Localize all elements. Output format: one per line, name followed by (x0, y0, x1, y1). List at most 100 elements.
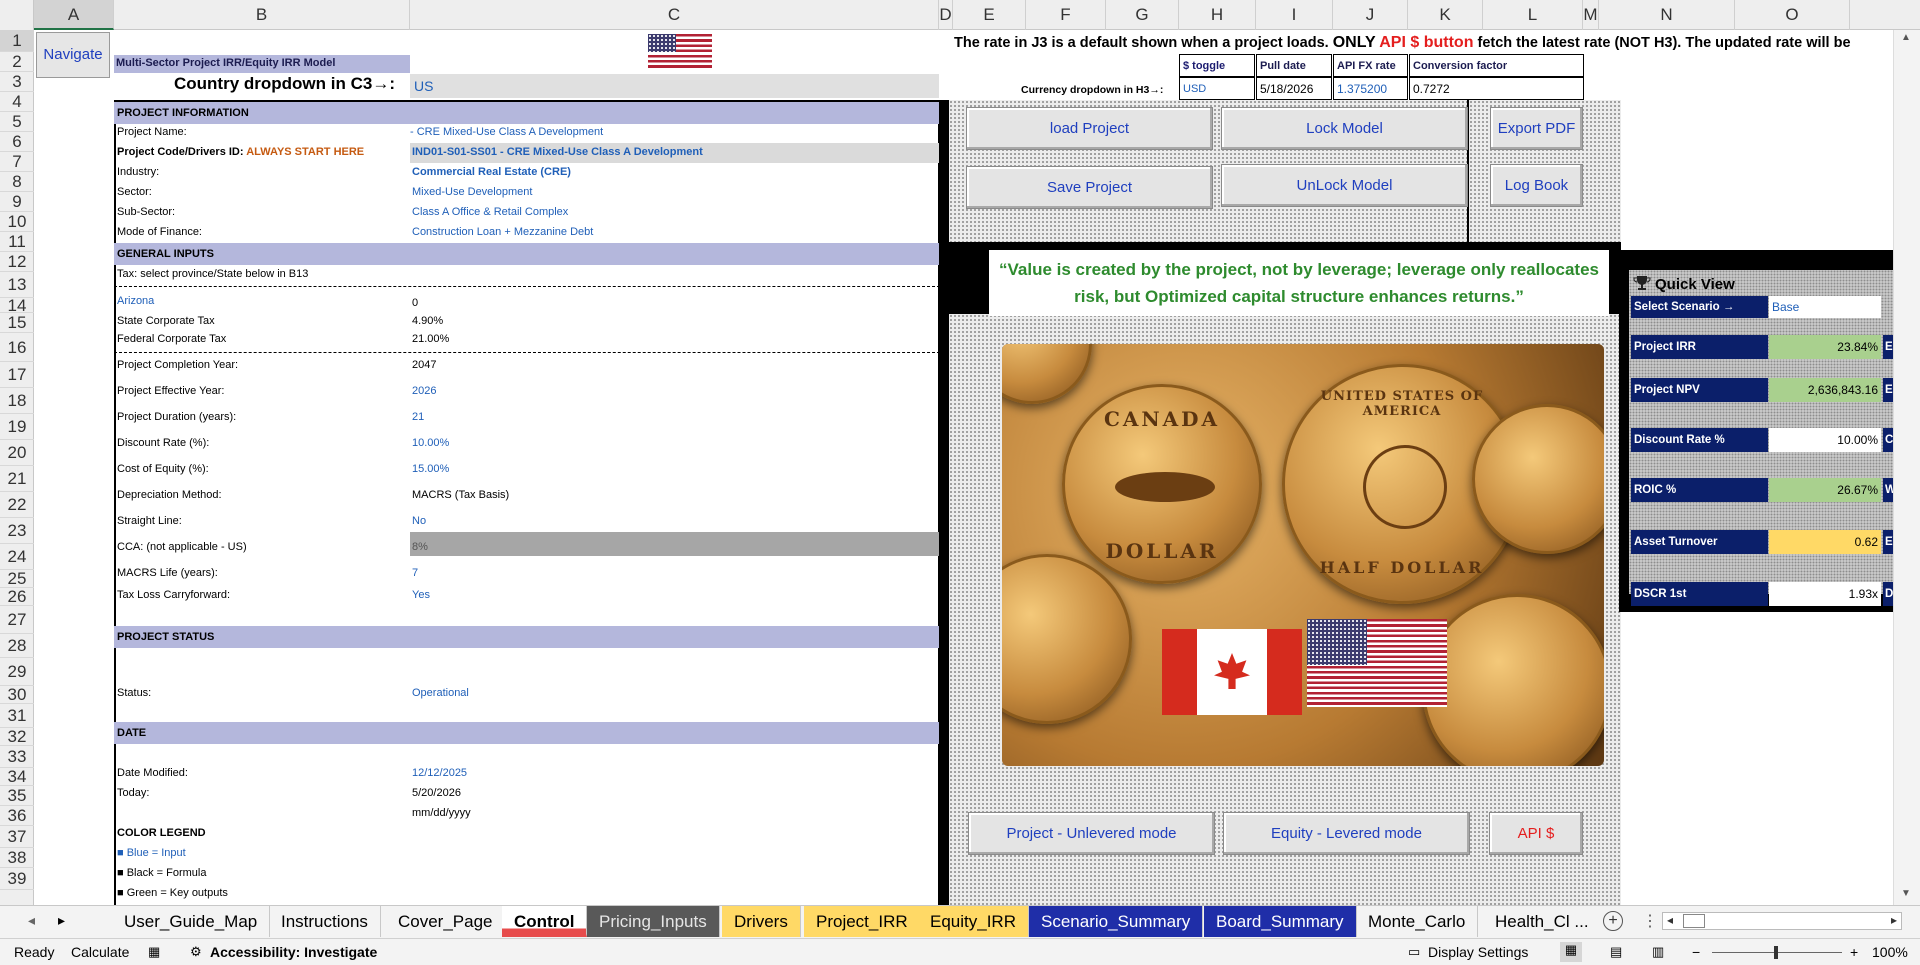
column-header-d[interactable]: D (939, 0, 953, 30)
row-header[interactable]: 32 (0, 728, 34, 746)
page-layout-view-icon[interactable]: ▤ (1610, 944, 1622, 960)
workbook-stats-icon[interactable]: ▦ (148, 944, 160, 960)
hscroll-left-icon[interactable]: ◂ (1667, 913, 1673, 927)
straight-line-input[interactable]: No (412, 515, 426, 527)
state-dropdown[interactable]: Arizona (117, 295, 154, 307)
duration-input[interactable]: 21 (412, 411, 424, 423)
column-header-n[interactable]: N (1599, 0, 1735, 30)
column-header-b[interactable]: B (114, 0, 410, 30)
tab-control[interactable]: Control (502, 906, 588, 937)
column-header-e[interactable]: E (953, 0, 1026, 30)
tab-project-irr[interactable]: Project_IRR (804, 906, 921, 937)
row-header[interactable]: 18 (0, 388, 34, 414)
select-all-corner[interactable] (0, 0, 34, 30)
row-header[interactable]: 7 (0, 152, 34, 172)
row-header[interactable]: 4 (0, 92, 34, 112)
row-header[interactable]: 38 (0, 848, 34, 868)
row-header[interactable]: 12 (0, 252, 34, 272)
row-header[interactable]: 29 (0, 658, 34, 686)
zoom-in-icon[interactable]: + (1850, 944, 1858, 960)
column-header-a[interactable]: A (34, 0, 114, 30)
tab-monte-carlo[interactable]: Monte_Carlo (1356, 906, 1479, 937)
tab-health-check[interactable]: Health_Cl ... (1483, 906, 1601, 937)
column-header-h[interactable]: H (1179, 0, 1256, 30)
cost-of-equity-input[interactable]: 15.00% (412, 463, 449, 475)
discount-rate-input[interactable]: 10.00% (412, 437, 449, 449)
row-header[interactable]: 1 (0, 30, 34, 52)
column-header-c[interactable]: C (410, 0, 939, 30)
row-header[interactable]: 34 (0, 768, 34, 786)
column-header-k[interactable]: K (1408, 0, 1483, 30)
row-header[interactable]: 20 (0, 440, 34, 466)
country-dropdown[interactable]: US (414, 78, 433, 94)
zoom-slider-thumb[interactable] (1774, 946, 1778, 959)
vertical-scrollbar[interactable]: ▲ ▼ (1893, 30, 1920, 905)
row-header[interactable]: 36 (0, 806, 34, 826)
column-header-f[interactable]: F (1026, 0, 1106, 30)
tab-user-guide-map[interactable]: User_Guide_Map (112, 906, 271, 937)
accessibility-icon[interactable]: ⚙ (190, 944, 202, 960)
column-header-i[interactable]: I (1256, 0, 1333, 30)
zoom-level[interactable]: 100% (1872, 944, 1908, 960)
hscroll-thumb[interactable] (1683, 914, 1705, 928)
save-project-button[interactable]: Save Project (966, 166, 1213, 209)
export-pdf-button[interactable]: Export PDF (1490, 107, 1583, 150)
row-header[interactable]: 28 (0, 634, 34, 658)
scroll-down-icon[interactable]: ▼ (1901, 888, 1911, 899)
row-header[interactable]: 22 (0, 492, 34, 518)
row-header[interactable]: 8 (0, 172, 34, 192)
add-sheet-icon[interactable]: + (1603, 911, 1623, 931)
row-header[interactable]: 16 (0, 333, 34, 362)
tab-scroll-left-icon[interactable]: ◂ (28, 912, 35, 929)
column-header-m[interactable]: M (1583, 0, 1599, 30)
display-settings-icon[interactable]: ▭ (1408, 944, 1420, 960)
row-header[interactable]: 37 (0, 826, 34, 848)
hscroll-right-icon[interactable]: ▸ (1891, 913, 1897, 927)
lock-model-button[interactable]: Lock Model (1221, 107, 1468, 150)
log-book-button[interactable]: Log Book (1490, 164, 1583, 207)
unlock-model-button[interactable]: UnLock Model (1221, 164, 1468, 207)
project-code-dropdown[interactable]: IND01-S01-SS01 - CRE Mixed-Use Class A D… (412, 146, 703, 158)
row-header[interactable]: 14 (0, 297, 34, 314)
scenario-dropdown[interactable]: Base (1769, 296, 1881, 318)
macrs-life-input[interactable]: 7 (412, 567, 418, 579)
more-tabs-icon[interactable]: ⋮ (1642, 911, 1658, 931)
tab-instructions[interactable]: Instructions (269, 906, 381, 937)
scroll-up-icon[interactable]: ▲ (1901, 32, 1911, 43)
zoom-slider[interactable] (1712, 946, 1842, 959)
tab-equity-irr[interactable]: Equity_IRR (918, 906, 1029, 937)
tab-scroll-right-icon[interactable]: ▸ (58, 912, 65, 929)
row-header[interactable]: 39 (0, 868, 34, 890)
row-header[interactable]: 31 (0, 704, 34, 728)
column-header-l[interactable]: L (1483, 0, 1583, 30)
row-header[interactable]: 21 (0, 466, 34, 492)
navigate-button[interactable]: Navigate (36, 32, 110, 78)
display-settings-button[interactable]: Display Settings (1428, 944, 1528, 960)
row-header[interactable]: 9 (0, 192, 34, 212)
row-header[interactable]: 11 (0, 232, 34, 252)
row-header[interactable]: 35 (0, 786, 34, 806)
row-header[interactable]: 2 (0, 52, 34, 72)
effective-year-input[interactable]: 2026 (412, 385, 436, 397)
page-break-view-icon[interactable]: ▥ (1652, 944, 1664, 960)
project-unlevered-mode-button[interactable]: Project - Unlevered mode (968, 812, 1215, 855)
date-modified-input[interactable]: 12/12/2025 (412, 767, 467, 779)
column-header-g[interactable]: G (1106, 0, 1179, 30)
equity-levered-mode-button[interactable]: Equity - Levered mode (1223, 812, 1470, 855)
row-header[interactable]: 6 (0, 132, 34, 152)
accessibility-status[interactable]: Accessibility: Investigate (210, 944, 377, 960)
row-header[interactable]: 10 (0, 212, 34, 232)
calculate-button[interactable]: Calculate (71, 944, 129, 960)
row-header[interactable]: 24 (0, 544, 34, 570)
horizontal-scrollbar[interactable]: ◂ ▸ (1662, 912, 1902, 930)
tab-pricing-inputs[interactable]: Pricing_Inputs (587, 906, 720, 937)
load-project-button[interactable]: load Project (966, 107, 1213, 150)
row-header[interactable]: 5 (0, 112, 34, 132)
row-header[interactable]: 27 (0, 606, 34, 634)
tab-board-summary[interactable]: Board_Summary (1204, 906, 1357, 937)
row-header[interactable]: 19 (0, 414, 34, 440)
row-header[interactable]: 23 (0, 518, 34, 544)
tab-drivers[interactable]: Drivers (722, 906, 801, 937)
row-header[interactable]: 17 (0, 362, 34, 388)
zoom-out-icon[interactable]: − (1692, 944, 1700, 960)
